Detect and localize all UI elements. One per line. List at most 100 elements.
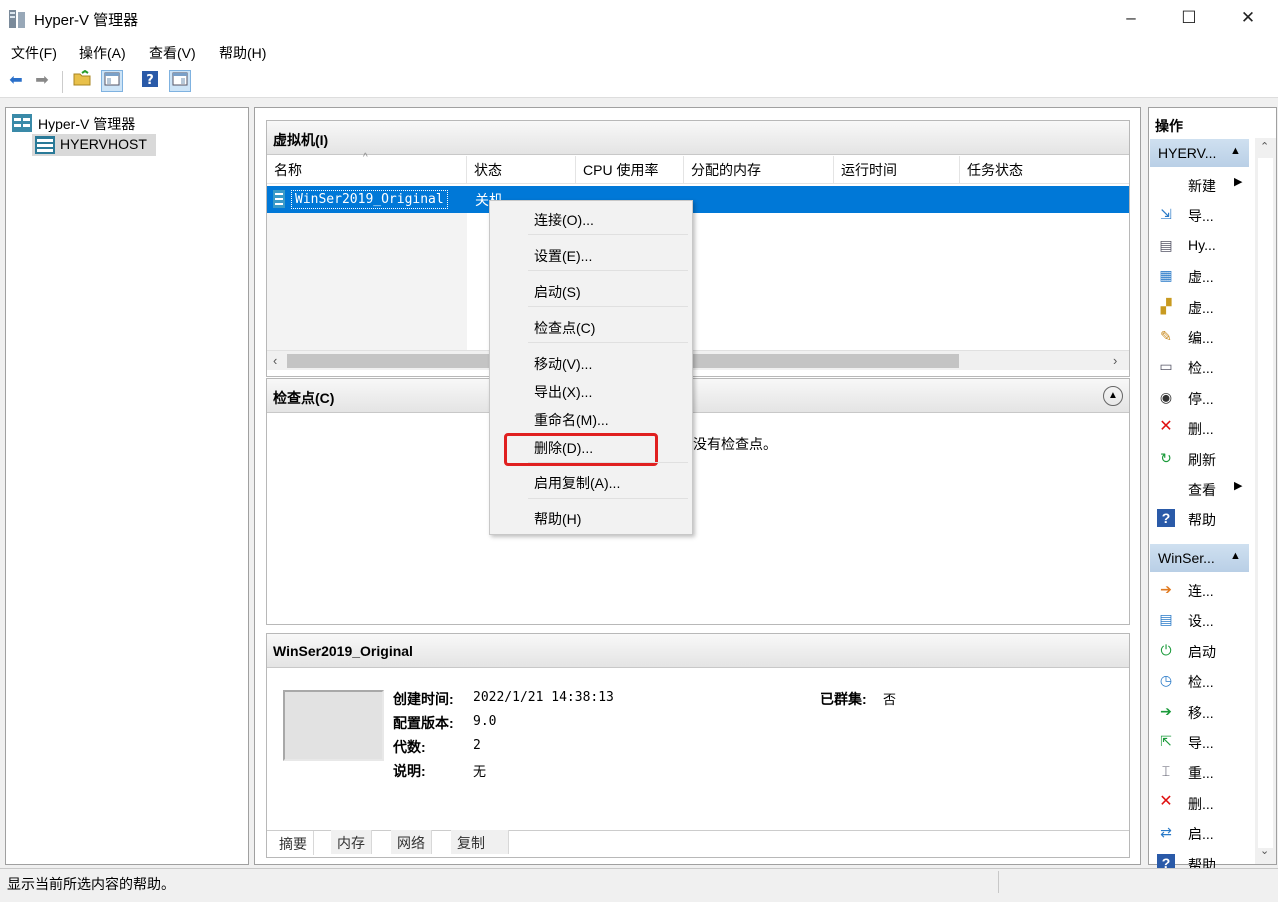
clustered-label: 已群集: xyxy=(820,691,867,707)
back-arrow-icon[interactable]: ⬅ xyxy=(5,70,27,92)
scroll-down-icon[interactable]: ⌄ xyxy=(1260,844,1269,857)
column-memory[interactable]: 分配的内存 xyxy=(684,156,834,184)
details-section: WinSer2019_Original 创建时间: 2022/1/21 14:3… xyxy=(266,633,1130,858)
scroll-left-icon[interactable]: ‹ xyxy=(273,353,277,368)
menu-item-move[interactable]: 移动(V)... xyxy=(534,354,592,374)
action-item[interactable]: ⌶ 重... xyxy=(1157,757,1267,785)
column-uptime[interactable]: 运行时间 xyxy=(834,156,960,184)
horizontal-scrollbar[interactable]: ‹ › xyxy=(267,350,1129,370)
minimize-button[interactable]: – xyxy=(1102,0,1160,38)
menu-item-rename[interactable]: 重命名(M)... xyxy=(534,410,609,430)
action-item[interactable]: ✎ 编... xyxy=(1157,322,1267,350)
menu-separator xyxy=(528,498,688,499)
up-folder-icon[interactable] xyxy=(71,69,93,92)
table-row[interactable]: WinSer2019_Original 关机 xyxy=(267,186,1129,213)
maximize-button[interactable]: ☐ xyxy=(1160,0,1218,38)
action-item-label: 导... xyxy=(1188,735,1214,751)
menu-item-checkpoint[interactable]: 检查点(C) xyxy=(534,318,595,338)
menu-action[interactable]: 操作(A) xyxy=(79,43,126,63)
action-item[interactable]: ▞ 虚... xyxy=(1157,292,1267,320)
rename-icon: ⌶ xyxy=(1161,763,1171,780)
action-item[interactable]: ➔ 移... xyxy=(1157,697,1267,725)
menu-view[interactable]: 查看(V) xyxy=(149,43,196,63)
actions-pane: 操作 HYERV... ▲ WinSer... ▲ 新建 ▶ ⇲ 导... ▤ Hy...… xyxy=(1148,107,1277,873)
menu-item-help[interactable]: 帮助(H) xyxy=(534,509,581,529)
column-cpu[interactable]: CPU 使用率 xyxy=(576,156,684,184)
menu-separator xyxy=(528,462,688,463)
action-item[interactable]: 查看 ▶ xyxy=(1157,474,1267,502)
new-icon xyxy=(1157,175,1175,193)
actions-group-host[interactable]: HYERV... ▲ xyxy=(1150,139,1249,167)
switch-manager-icon: ▦ xyxy=(1159,267,1173,284)
stop-service-icon: ◉ xyxy=(1159,388,1173,405)
status-text: 显示当前所选内容的帮助。 xyxy=(7,876,175,892)
details-section-title: WinSer2019_Original xyxy=(267,634,1129,668)
scrollbar-thumb[interactable] xyxy=(1258,158,1273,848)
import-icon: ⇲ xyxy=(1160,206,1172,223)
action-item[interactable]: ⇄ 启... xyxy=(1157,818,1267,846)
action-item-label: 新建 xyxy=(1188,178,1216,194)
action-item[interactable]: ◉ 停... xyxy=(1157,383,1267,411)
action-item-label: 查看 xyxy=(1188,482,1216,498)
action-item[interactable]: 新建 ▶ xyxy=(1157,170,1267,198)
show-action-pane-icon[interactable] xyxy=(169,70,191,92)
tree-root[interactable]: Hyper-V 管理器 xyxy=(10,112,210,134)
collapse-arrow-icon: ▲ xyxy=(1230,145,1241,157)
tree-host-label: HYERVHOST xyxy=(60,136,147,152)
menu-bar: 文件(F) 操作(A) 查看(V) 帮助(H) xyxy=(0,38,1278,66)
action-item-label: 删... xyxy=(1188,421,1214,438)
vertical-scrollbar[interactable]: ⌃ ⌄ xyxy=(1255,138,1276,864)
action-item[interactable]: ▤ Hy... xyxy=(1157,231,1267,259)
created-value: 2022/1/21 14:38:13 xyxy=(473,690,614,705)
tab-memory[interactable]: 内存 xyxy=(331,830,372,854)
scroll-up-icon[interactable]: ⌃ xyxy=(1260,140,1269,153)
app-icon xyxy=(8,9,26,29)
menu-item-start[interactable]: 启动(S) xyxy=(534,282,581,302)
column-state[interactable]: 状态 xyxy=(467,156,576,184)
column-task-status[interactable]: 任务状态 xyxy=(960,156,1129,184)
tab-summary[interactable]: 摘要 xyxy=(273,831,314,855)
action-item[interactable]: ⏻ 启动 xyxy=(1157,636,1267,664)
menu-file[interactable]: 文件(F) xyxy=(11,43,57,63)
menu-item-connect[interactable]: 连接(O)... xyxy=(534,210,594,230)
action-item[interactable]: ▤ 设... xyxy=(1157,605,1267,633)
scroll-right-icon[interactable]: › xyxy=(1113,353,1117,368)
action-item[interactable]: ▦ 虚... xyxy=(1157,261,1267,289)
action-item[interactable]: ✕ 删... xyxy=(1157,413,1267,441)
vm-table-left-shade xyxy=(267,213,467,350)
action-item[interactable]: ? 帮助 xyxy=(1157,504,1267,532)
menu-item-export[interactable]: 导出(X)... xyxy=(534,382,592,402)
status-divider xyxy=(998,871,999,893)
menu-help[interactable]: 帮助(H) xyxy=(219,43,266,63)
svg-text:?: ? xyxy=(146,73,154,88)
action-item[interactable]: ▭ 检... xyxy=(1157,352,1267,380)
generation-label: 代数: xyxy=(393,739,426,755)
menu-item-enable-replication[interactable]: 启用复制(A)... xyxy=(534,473,620,493)
action-item-label: 检... xyxy=(1188,674,1214,691)
description-value: 无 xyxy=(473,765,487,780)
menu-item-settings[interactable]: 设置(E)... xyxy=(534,246,592,266)
tab-network[interactable]: 网络 xyxy=(391,830,432,854)
menu-separator xyxy=(528,306,688,307)
context-menu: 连接(O)... 设置(E)... 启动(S) 检查点(C) 移动(V)... … xyxy=(489,200,693,535)
forward-arrow-icon[interactable]: ➡ xyxy=(31,70,53,92)
action-item-label: 编... xyxy=(1188,330,1214,346)
action-item[interactable]: ⇲ 导... xyxy=(1157,200,1267,228)
action-item[interactable]: ⇱ 导... xyxy=(1157,727,1267,755)
tree-item-host[interactable]: HYERVHOST xyxy=(32,134,156,156)
action-item[interactable]: ↻ 刷新 xyxy=(1157,444,1267,472)
close-button[interactable]: ✕ xyxy=(1219,0,1277,38)
action-item[interactable]: ✕ 删... xyxy=(1157,788,1267,816)
vm-table-header: 名称 ^ 状态 CPU 使用率 分配的内存 运行时间 任务状态 xyxy=(267,152,1129,184)
vm-section-title: 虚拟机(I) xyxy=(267,121,1129,155)
show-hide-tree-icon[interactable] xyxy=(101,70,123,92)
action-item-label: 导... xyxy=(1188,208,1214,225)
tab-replication[interactable]: 复制 xyxy=(451,830,509,854)
action-item[interactable]: ◷ 检... xyxy=(1157,666,1267,694)
action-item[interactable]: ➔ 连... xyxy=(1157,575,1267,603)
actions-group-vm[interactable]: WinSer... ▲ xyxy=(1150,544,1249,572)
window-title: Hyper-V 管理器 xyxy=(34,12,139,29)
actions-header: 操作 xyxy=(1155,118,1183,134)
help-icon[interactable]: ? xyxy=(139,70,161,92)
collapse-icon[interactable]: ▲ xyxy=(1103,386,1123,406)
